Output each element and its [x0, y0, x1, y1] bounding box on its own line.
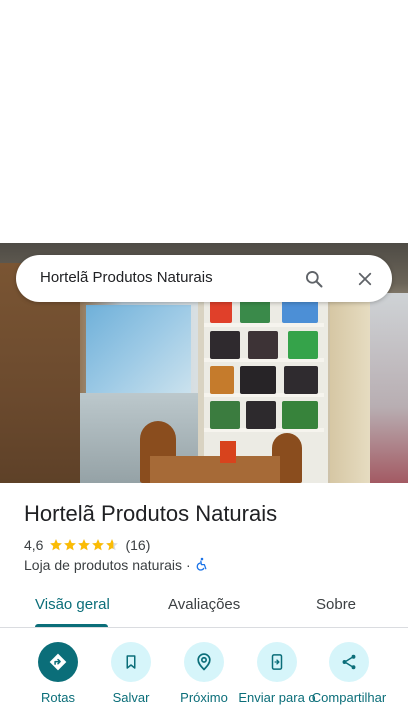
rating-value: 4,6 — [24, 537, 44, 553]
nearby-button[interactable]: Próximo — [168, 642, 240, 726]
nearby-icon — [184, 642, 224, 682]
share-button[interactable]: Compartilhar — [312, 642, 386, 726]
category-row: Loja de produtos naturais · — [24, 556, 209, 574]
separator: · — [186, 557, 191, 573]
close-icon[interactable] — [350, 264, 380, 294]
tab-indicator — [35, 624, 108, 627]
place-category: Loja de produtos naturais — [24, 557, 182, 573]
send-to-phone-button[interactable]: Enviar para o — [238, 642, 316, 726]
star-icon — [92, 539, 105, 551]
directions-button[interactable]: Rotas — [22, 642, 94, 726]
search-icon[interactable] — [299, 264, 329, 294]
tab-overview[interactable]: Visão geral — [35, 596, 110, 613]
star-rating — [49, 538, 119, 552]
map-blank-area — [0, 0, 408, 243]
rating-row[interactable]: 4,6 (16) — [24, 536, 150, 554]
star-icon — [64, 539, 77, 551]
share-icon — [329, 642, 369, 682]
wheelchair-icon — [195, 557, 209, 574]
save-button[interactable]: Salvar — [95, 642, 167, 726]
bookmark-icon — [111, 642, 151, 682]
share-label: Compartilhar — [311, 690, 387, 705]
nearby-label: Próximo — [180, 690, 228, 705]
tab-reviews[interactable]: Avaliações — [168, 596, 240, 613]
search-input[interactable]: Hortelã Produtos Naturais — [40, 269, 213, 286]
place-title: Hortelã Produtos Naturais — [24, 501, 278, 526]
send-to-phone-icon — [257, 642, 297, 682]
star-icon — [50, 539, 63, 551]
review-count[interactable]: (16) — [125, 537, 150, 553]
save-label: Salvar — [112, 690, 150, 705]
directions-label: Rotas — [41, 690, 75, 705]
tab-bar: Visão geral Avaliações Sobre — [0, 586, 408, 628]
star-icon — [78, 539, 91, 551]
directions-icon — [38, 642, 78, 682]
star-icon — [106, 539, 119, 551]
search-bar[interactable]: Hortelã Produtos Naturais — [16, 255, 392, 302]
tab-about[interactable]: Sobre — [316, 596, 356, 613]
